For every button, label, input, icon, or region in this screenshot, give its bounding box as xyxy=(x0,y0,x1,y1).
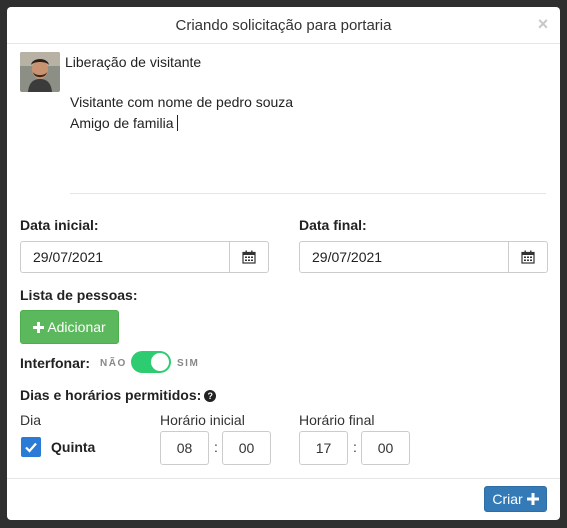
end-time-column-header: Horário final xyxy=(299,412,375,428)
end-date-value[interactable]: 29/07/2021 xyxy=(300,242,508,272)
message-line-text: Amigo de familia xyxy=(70,115,174,131)
message-line-current: Amigo de familia xyxy=(70,113,540,134)
message-line: Visitante com nome de pedro souza xyxy=(70,94,294,110)
request-modal: Criando solicitação para portaria × Libe… xyxy=(7,7,560,520)
time-separator: : xyxy=(353,439,357,455)
day-column-header: Dia xyxy=(20,412,42,428)
calendar-icon[interactable] xyxy=(508,242,547,272)
end-date-field[interactable]: 29/07/2021 xyxy=(299,241,548,273)
plus-icon xyxy=(33,321,45,333)
day-label: Quinta xyxy=(51,439,96,455)
start-time-column-header: Horário inicial xyxy=(160,412,245,428)
text-caret xyxy=(176,115,178,131)
start-date-value[interactable]: 29/07/2021 xyxy=(21,242,229,272)
day-checkbox[interactable] xyxy=(21,437,41,457)
toggle-off-label: NÃO xyxy=(100,358,127,369)
divider xyxy=(70,193,546,194)
add-person-label: Adicionar xyxy=(47,319,106,335)
start-hour-input[interactable]: 08 xyxy=(160,431,209,465)
close-icon[interactable]: × xyxy=(534,15,552,33)
footer-divider xyxy=(7,478,560,479)
calendar-icon[interactable] xyxy=(229,242,268,272)
start-date-field[interactable]: 29/07/2021 xyxy=(20,241,269,273)
create-button-label: Criar xyxy=(492,491,523,507)
add-person-button[interactable]: Adicionar xyxy=(20,310,119,344)
avatar xyxy=(20,52,60,92)
start-date-label: Data inicial: xyxy=(20,217,99,233)
toggle-on-label: SIM xyxy=(177,358,200,369)
checkmark-icon xyxy=(25,442,37,453)
end-date-label: Data final: xyxy=(299,217,367,233)
plus-icon xyxy=(526,493,539,505)
end-minute-input[interactable]: 00 xyxy=(361,431,410,465)
modal-title: Criando solicitação para portaria xyxy=(175,16,392,34)
schedule-label: Dias e horários permitidos: xyxy=(20,387,202,403)
help-icon[interactable]: ? xyxy=(204,390,217,402)
time-separator: : xyxy=(214,439,218,455)
modal-header: Criando solicitação para portaria × xyxy=(7,7,560,44)
start-minute-input[interactable]: 00 xyxy=(222,431,271,465)
message-textarea[interactable]: Visitante com nome de pedro souza Amigo … xyxy=(70,92,540,182)
end-hour-input[interactable]: 17 xyxy=(299,431,348,465)
people-list-label: Lista de pessoas: xyxy=(20,287,138,303)
intercom-toggle[interactable] xyxy=(131,351,171,373)
request-title: Liberação de visitante xyxy=(65,54,202,70)
schedule-label-row: Dias e horários permitidos:? xyxy=(20,387,217,403)
intercom-label: Interfonar: xyxy=(20,355,90,371)
create-button[interactable]: Criar xyxy=(484,486,547,512)
toggle-knob xyxy=(151,353,169,371)
